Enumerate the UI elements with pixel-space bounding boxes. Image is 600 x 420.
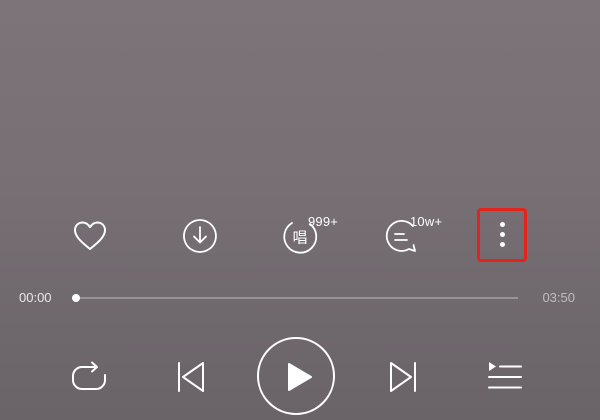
comments-count-badge: 10w+ bbox=[410, 214, 443, 229]
next-button[interactable] bbox=[388, 360, 418, 394]
progress-bar[interactable] bbox=[72, 294, 518, 302]
heart-outline-icon bbox=[72, 218, 108, 254]
repeat-button[interactable] bbox=[70, 360, 108, 396]
repeat-icon bbox=[70, 360, 108, 396]
sing-count-badge: 999+ bbox=[308, 214, 339, 229]
current-time: 00:00 bbox=[19, 290, 52, 305]
playlist-button[interactable] bbox=[487, 360, 523, 394]
more-options-button[interactable] bbox=[477, 208, 527, 262]
progress-thumb[interactable] bbox=[72, 294, 80, 302]
more-dot bbox=[500, 242, 505, 247]
download-button[interactable] bbox=[172, 208, 228, 264]
comments-button[interactable]: 10w+ bbox=[374, 208, 442, 264]
total-time: 03:50 bbox=[542, 290, 575, 305]
download-circle-icon bbox=[182, 218, 218, 254]
music-player: 唱 999+ 10w+ 00:00 03:50 bbox=[0, 0, 600, 420]
play-button[interactable] bbox=[257, 337, 335, 415]
sing-button[interactable]: 唱 999+ bbox=[272, 208, 338, 264]
play-icon bbox=[286, 362, 314, 392]
previous-track-icon bbox=[176, 360, 206, 394]
playlist-icon bbox=[487, 360, 523, 394]
more-dot bbox=[500, 232, 505, 237]
more-dot bbox=[500, 222, 505, 227]
sing-glyph: 唱 bbox=[292, 229, 307, 247]
previous-button[interactable] bbox=[176, 360, 206, 394]
like-button[interactable] bbox=[62, 208, 118, 264]
more-vertical-icon bbox=[480, 211, 524, 259]
next-track-icon bbox=[388, 360, 418, 394]
